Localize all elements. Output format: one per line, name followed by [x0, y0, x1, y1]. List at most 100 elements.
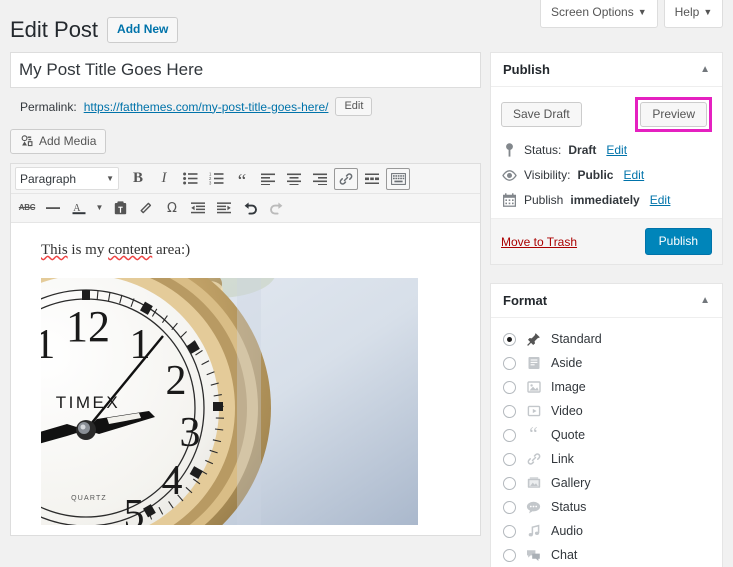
format-label-gallery: Gallery — [551, 476, 591, 490]
edit-status-link[interactable]: Edit — [606, 143, 627, 157]
insert-link-icon[interactable] — [334, 167, 358, 190]
pin-icon — [501, 143, 517, 157]
sidebar: Publish ▲ Save Draft Preview Status: Dra… — [490, 52, 723, 567]
read-more-icon[interactable] — [360, 168, 384, 190]
chevron-down-icon: ▼ — [106, 174, 114, 183]
format-option-audio[interactable]: Audio — [503, 519, 710, 543]
publish-button[interactable]: Publish — [644, 228, 712, 255]
content-editor: Paragraph ▼ B I 123 “ ABC A ▼ Ω This is … — [10, 163, 481, 536]
move-to-trash-link[interactable]: Move to Trash — [501, 235, 577, 249]
collapse-panel-icon[interactable]: ▲ — [700, 64, 710, 75]
svg-text:2: 2 — [166, 358, 187, 404]
publish-date-row: Publish immediately Edit — [501, 193, 712, 207]
add-new-button[interactable]: Add New — [107, 17, 179, 44]
edit-permalink-button[interactable]: Edit — [335, 97, 373, 116]
format-option-gallery[interactable]: Gallery — [503, 471, 710, 495]
editor-toolbar-row-1: Paragraph ▼ B I 123 “ — [11, 164, 480, 194]
post-status-row: Status: Draft Edit — [501, 143, 712, 157]
radio-video[interactable] — [503, 404, 516, 418]
editor-toolbar-row-2: ABC A ▼ Ω — [11, 194, 480, 223]
clock-brand-label: TIMEX — [56, 393, 120, 412]
format-option-video[interactable]: Video — [503, 399, 710, 423]
post-title-input[interactable] — [10, 52, 481, 88]
status-label: Status: — [524, 143, 562, 157]
format-label-image: Image — [551, 380, 586, 394]
radio-quote[interactable] — [503, 428, 516, 442]
screen-options-label: Screen Options — [551, 5, 634, 19]
clock-photo[interactable]: 12 1 2 3 4 5 11 TIMEX QUARTZ — [41, 277, 418, 525]
clear-formatting-icon[interactable] — [134, 197, 158, 219]
format-option-aside[interactable]: Aside — [503, 351, 710, 375]
format-option-standard[interactable]: Standard — [503, 327, 710, 351]
permalink-url-link[interactable]: https://fatthemes.com/my-post-title-goes… — [84, 100, 329, 114]
format-label-aside: Aside — [551, 356, 583, 370]
format-options-list: Standard Aside Image Video “ Quote Link … — [491, 318, 722, 567]
camera-icon — [21, 135, 33, 147]
radio-link[interactable] — [503, 452, 516, 466]
align-left-icon[interactable] — [256, 168, 280, 190]
radio-status[interactable] — [503, 500, 516, 514]
pin-icon — [525, 331, 542, 347]
text-color-dropdown-icon[interactable]: ▼ — [93, 197, 106, 219]
save-draft-button[interactable]: Save Draft — [501, 102, 582, 127]
svg-text:12: 12 — [66, 302, 110, 351]
help-button[interactable]: Help ▼ — [663, 0, 724, 28]
format-option-quote[interactable]: “ Quote — [503, 423, 710, 447]
note-icon — [525, 355, 542, 371]
bulleted-list-icon[interactable] — [178, 168, 202, 190]
collapse-panel-icon[interactable]: ▲ — [700, 295, 710, 306]
radio-image[interactable] — [503, 380, 516, 394]
paragraph-format-value: Paragraph — [20, 171, 77, 186]
preview-highlight-box: Preview — [635, 97, 712, 132]
align-right-icon[interactable] — [308, 168, 332, 190]
audio-icon — [525, 523, 542, 539]
toolbar-toggle-icon[interactable] — [386, 167, 410, 190]
link-icon — [525, 451, 542, 467]
screen-options-button[interactable]: Screen Options ▼ — [540, 0, 658, 28]
blockquote-icon[interactable]: “ — [230, 168, 254, 191]
outdent-icon[interactable] — [186, 197, 210, 219]
publish-panel-footer: Move to Trash Publish — [491, 218, 722, 264]
calendar-icon — [501, 193, 517, 207]
text-color-icon[interactable]: A — [67, 197, 91, 219]
radio-aside[interactable] — [503, 356, 516, 370]
content-word-3: content — [108, 242, 153, 258]
undo-icon[interactable] — [238, 197, 262, 219]
svg-text:3: 3 — [209, 181, 212, 185]
radio-standard[interactable] — [503, 332, 516, 346]
content-word-2: is my — [67, 242, 109, 258]
format-option-link[interactable]: Link — [503, 447, 710, 471]
italic-icon[interactable]: I — [152, 168, 176, 190]
status-icon — [525, 499, 542, 515]
publish-schedule-value: immediately — [570, 193, 640, 207]
wordpress-edit-post-screen: Screen Options ▼ Help ▼ Edit Post Add New … — [0, 0, 733, 567]
publish-schedule-label: Publish — [524, 193, 564, 207]
numbered-list-icon[interactable]: 123 — [204, 168, 228, 190]
strikethrough-icon[interactable]: ABC — [15, 197, 39, 219]
edit-visibility-link[interactable]: Edit — [623, 168, 644, 182]
format-option-chat[interactable]: Chat — [503, 543, 710, 567]
radio-chat[interactable] — [503, 548, 516, 562]
format-option-status[interactable]: Status — [503, 495, 710, 519]
edit-schedule-link[interactable]: Edit — [650, 193, 671, 207]
special-character-icon[interactable]: Ω — [160, 197, 184, 219]
quote-icon: “ — [529, 424, 538, 446]
add-media-button[interactable]: Add Media — [10, 129, 107, 154]
permalink-label: Permalink: — [20, 99, 77, 114]
chevron-down-icon: ▼ — [637, 7, 647, 17]
editor-content-area[interactable]: This is my content area:) 12 1 2 3 4 5 1… — [11, 223, 480, 535]
indent-icon[interactable] — [212, 197, 236, 219]
align-center-icon[interactable] — [282, 168, 306, 190]
horizontal-rule-icon[interactable] — [41, 197, 65, 219]
bold-icon[interactable]: B — [126, 168, 150, 190]
preview-button[interactable]: Preview — [640, 102, 707, 127]
paste-as-text-icon[interactable] — [108, 197, 132, 219]
radio-gallery[interactable] — [503, 476, 516, 490]
paragraph-format-select[interactable]: Paragraph ▼ — [15, 167, 119, 190]
visibility-label: Visibility: — [524, 168, 571, 182]
redo-icon[interactable] — [264, 197, 288, 219]
post-editing-column: Permalink: https://fatthemes.com/my-post… — [10, 52, 481, 536]
radio-audio[interactable] — [503, 524, 516, 538]
add-media-label: Add Media — [39, 134, 97, 148]
format-option-image[interactable]: Image — [503, 375, 710, 399]
